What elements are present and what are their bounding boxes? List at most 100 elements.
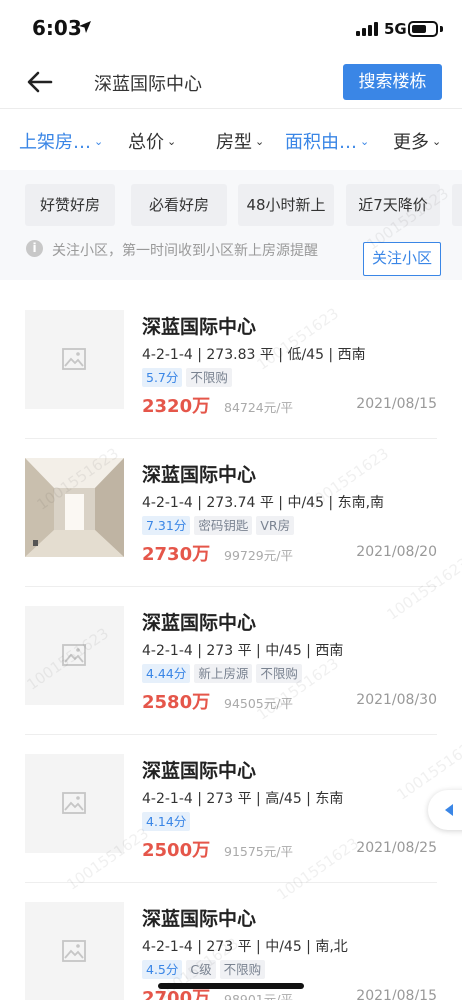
status-bar: 6:03 5G xyxy=(0,0,462,56)
listing-date: 2021/08/20 xyxy=(356,544,437,560)
filter-room-type[interactable]: 房型 ⌄ xyxy=(216,128,264,154)
battery-tip xyxy=(440,26,443,32)
listing-detail: 4-2-1-4 | 273.74 平 | 中/45 | 东南,南 xyxy=(142,495,385,511)
listing-tag: 5.7分 xyxy=(142,368,183,387)
image-placeholder-icon xyxy=(62,792,86,814)
chevron-down-icon: ⌄ xyxy=(255,135,265,148)
triangle-left-icon xyxy=(445,804,453,816)
listing-divider xyxy=(25,734,437,735)
listing-card[interactable]: 深蓝国际中心 4-2-1-4 | 273.74 平 | 中/45 | 东南,南 7.… xyxy=(0,458,462,604)
filter-label: 房型 xyxy=(216,132,252,153)
home-indicator xyxy=(158,983,304,989)
listing-date: 2021/08/30 xyxy=(356,692,437,708)
listing-tag: 4.44分 xyxy=(142,664,191,683)
header-divider xyxy=(0,108,462,109)
listing-unit-price: 91575元/平 xyxy=(224,844,293,859)
listing-title: 深蓝国际中心 xyxy=(142,760,257,782)
listing-detail: 4-2-1-4 | 273 平 | 中/45 | 西南 xyxy=(142,643,344,659)
quick-tag-chip[interactable]: 好赞好房 xyxy=(25,184,115,226)
listing-title: 深蓝国际中心 xyxy=(142,464,257,486)
listing-unit-price: 94505元/平 xyxy=(224,696,293,711)
chevron-down-icon: ⌄ xyxy=(432,135,442,148)
listing-title: 深蓝国际中心 xyxy=(142,612,257,634)
listing-tag: 4.14分 xyxy=(142,812,191,831)
listing-thumbnail xyxy=(25,310,124,409)
listing-date: 2021/08/15 xyxy=(356,988,437,1000)
listing-detail: 4-2-1-4 | 273 平 | 高/45 | 东南 xyxy=(142,791,344,807)
listing-thumbnail xyxy=(25,902,124,1000)
notice-text: 关注小区，第一时间收到小区新上房源提醒 xyxy=(52,243,318,259)
filter-label: 上架房… xyxy=(19,132,91,153)
listing-tag: 4.5分 xyxy=(142,960,183,979)
listing-tags: 4.14分 xyxy=(142,812,194,832)
listing-photo xyxy=(25,458,124,557)
listing-price: 2500万 xyxy=(142,840,211,861)
quick-tag-chip[interactable]: 必看好房 xyxy=(131,184,227,226)
follow-notice: i 关注小区，第一时间收到小区新上房源提醒 关注小区 xyxy=(0,236,462,280)
listing-tags: 5.7分 不限购 xyxy=(142,368,236,388)
room-photo-image xyxy=(25,458,124,557)
header: 深蓝国际中心 搜索楼栋 xyxy=(0,56,462,108)
listing-card[interactable]: 深蓝国际中心 4-2-1-4 | 273 平 | 中/45 | 西南 4.44分 新上… xyxy=(0,606,462,752)
follow-community-button[interactable]: 关注小区 xyxy=(363,242,441,276)
listing-detail: 4-2-1-4 | 273 平 | 中/45 | 南,北 xyxy=(142,939,348,955)
chevron-down-icon: ⌄ xyxy=(360,135,370,148)
filter-area-sort[interactable]: 面积由… ⌄ xyxy=(285,128,369,154)
listing-tag: 新上房源 xyxy=(194,664,253,683)
info-circle-icon: i xyxy=(26,240,43,257)
listing-thumbnail xyxy=(25,754,124,853)
listing-price: 2320万 xyxy=(142,396,211,417)
arrow-left-icon[interactable] xyxy=(24,66,56,98)
listing-tag: 不限购 xyxy=(256,664,302,683)
side-float-tab[interactable] xyxy=(428,790,462,830)
quick-tag-chip-partial[interactable] xyxy=(452,184,462,226)
listing-date: 2021/08/25 xyxy=(356,840,437,856)
chevron-down-icon: ⌄ xyxy=(167,135,177,148)
listing-tags: 4.5分 C级 不限购 xyxy=(142,960,269,980)
listing-card[interactable]: 深蓝国际中心 4-2-1-4 | 273.83 平 | 低/45 | 西南 5.7分… xyxy=(0,310,462,456)
filter-more[interactable]: 更多 ⌄ xyxy=(393,128,441,154)
listing-divider xyxy=(25,438,437,439)
listing-tag: 密码钥匙 xyxy=(194,516,253,535)
image-placeholder-icon xyxy=(62,940,86,962)
listing-tag: 不限购 xyxy=(219,960,266,979)
listing-thumbnail xyxy=(25,606,124,705)
listing-unit-price: 99729元/平 xyxy=(224,548,293,563)
quick-tag-chip[interactable]: 48小时新上 xyxy=(238,184,334,226)
listing-unit-price: 98901元/平 xyxy=(224,992,293,1000)
listing-date: 2021/08/15 xyxy=(356,396,437,412)
page-title: 深蓝国际中心 xyxy=(94,74,202,95)
location-arrow-icon xyxy=(79,21,91,33)
listing-price: 2580万 xyxy=(142,692,211,713)
listing-price: 2730万 xyxy=(142,544,211,565)
quick-tag-chip[interactable]: 近7天降价 xyxy=(346,184,440,226)
filter-label: 总价 xyxy=(128,132,164,153)
listing-tag: 7.31分 xyxy=(142,516,191,535)
listing-divider xyxy=(25,882,437,883)
listing-card[interactable]: 深蓝国际中心 4-2-1-4 | 273 平 | 高/45 | 东南 4.14分 25… xyxy=(0,754,462,900)
image-placeholder-icon xyxy=(62,348,86,370)
filter-label: 面积由… xyxy=(285,132,357,153)
search-building-button[interactable]: 搜索楼栋 xyxy=(343,64,442,100)
status-time: 6:03 xyxy=(32,16,82,40)
cellular-signal-icon xyxy=(356,22,380,36)
listing-detail: 4-2-1-4 | 273.83 平 | 低/45 | 西南 xyxy=(142,347,366,363)
filter-total-price[interactable]: 总价 ⌄ xyxy=(128,128,176,154)
listing-tag: VR房 xyxy=(256,516,295,535)
image-placeholder-icon xyxy=(62,644,86,666)
chevron-down-icon: ⌄ xyxy=(94,135,104,148)
quick-tag-strip: 好赞好房 必看好房 48小时新上 近7天降价 xyxy=(0,170,462,236)
listing-tags: 4.44分 新上房源 不限购 xyxy=(142,664,306,684)
filter-bar: 上架房… ⌄ 总价 ⌄ 房型 ⌄ 面积由… ⌄ 更多 ⌄ xyxy=(0,116,462,164)
network-type: 5G xyxy=(384,20,407,38)
battery-icon xyxy=(408,21,438,37)
listing-tag: 不限购 xyxy=(186,368,232,387)
listing-tag: C级 xyxy=(186,960,216,979)
listing-title: 深蓝国际中心 xyxy=(142,316,257,338)
listing-tags: 7.31分 密码钥匙 VR房 xyxy=(142,516,298,536)
listing-unit-price: 84724元/平 xyxy=(224,400,293,415)
filter-listing-time[interactable]: 上架房… ⌄ xyxy=(19,128,103,154)
listing-title: 深蓝国际中心 xyxy=(142,908,257,930)
filter-label: 更多 xyxy=(393,132,429,153)
listing-divider xyxy=(25,586,437,587)
